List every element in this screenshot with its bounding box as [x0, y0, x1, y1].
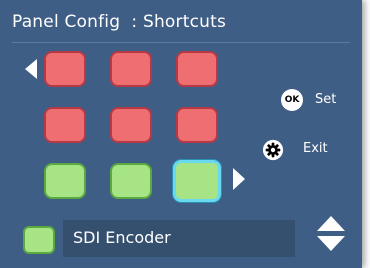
shortcut-button-r2c2[interactable] [110, 107, 152, 143]
shortcut-name-text: SDI Encoder [73, 228, 171, 247]
shortcut-button-r3c2[interactable] [110, 163, 152, 199]
shortcut-button-r3c1[interactable] [44, 163, 86, 199]
arrow-right-icon[interactable] [233, 168, 245, 190]
title-divider [12, 42, 350, 43]
arrow-left-icon[interactable] [25, 59, 37, 79]
shortcut-button-r1c1[interactable] [44, 51, 86, 87]
shortcut-button-r1c2[interactable] [110, 51, 152, 87]
page-title: Panel Config : Shortcuts [12, 12, 227, 32]
set-label: Set [315, 92, 337, 107]
exit-label: Exit [303, 141, 328, 156]
shortcut-button-r2c3[interactable] [176, 107, 218, 143]
shortcut-button-r2c1[interactable] [44, 107, 86, 143]
selected-color-swatch [23, 226, 55, 254]
shortcut-button-r3c3-selected[interactable] [173, 160, 221, 202]
shortcut-name-field[interactable]: SDI Encoder [63, 220, 295, 257]
ok-icon[interactable]: OK [281, 89, 303, 111]
scroll-up-icon[interactable] [317, 216, 345, 231]
scroll-down-icon[interactable] [317, 236, 345, 251]
gear-icon[interactable] [262, 139, 284, 161]
shortcut-button-r1c3[interactable] [176, 51, 218, 87]
shortcuts-panel: Panel Config : Shortcuts OK Set Exit SDI… [0, 0, 362, 268]
